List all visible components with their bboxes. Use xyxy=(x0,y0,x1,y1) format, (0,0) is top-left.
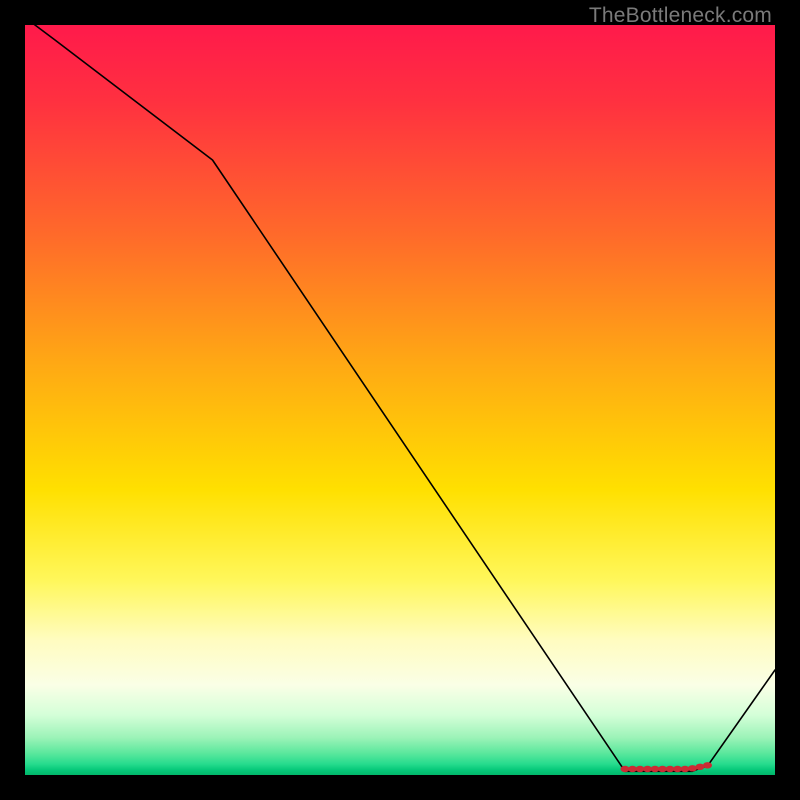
chart-frame: TheBottleneck.com xyxy=(0,0,800,800)
chart-curve xyxy=(25,18,775,772)
chart-markers xyxy=(621,762,713,772)
chart-marker xyxy=(703,762,712,768)
chart-overlay xyxy=(25,25,775,775)
